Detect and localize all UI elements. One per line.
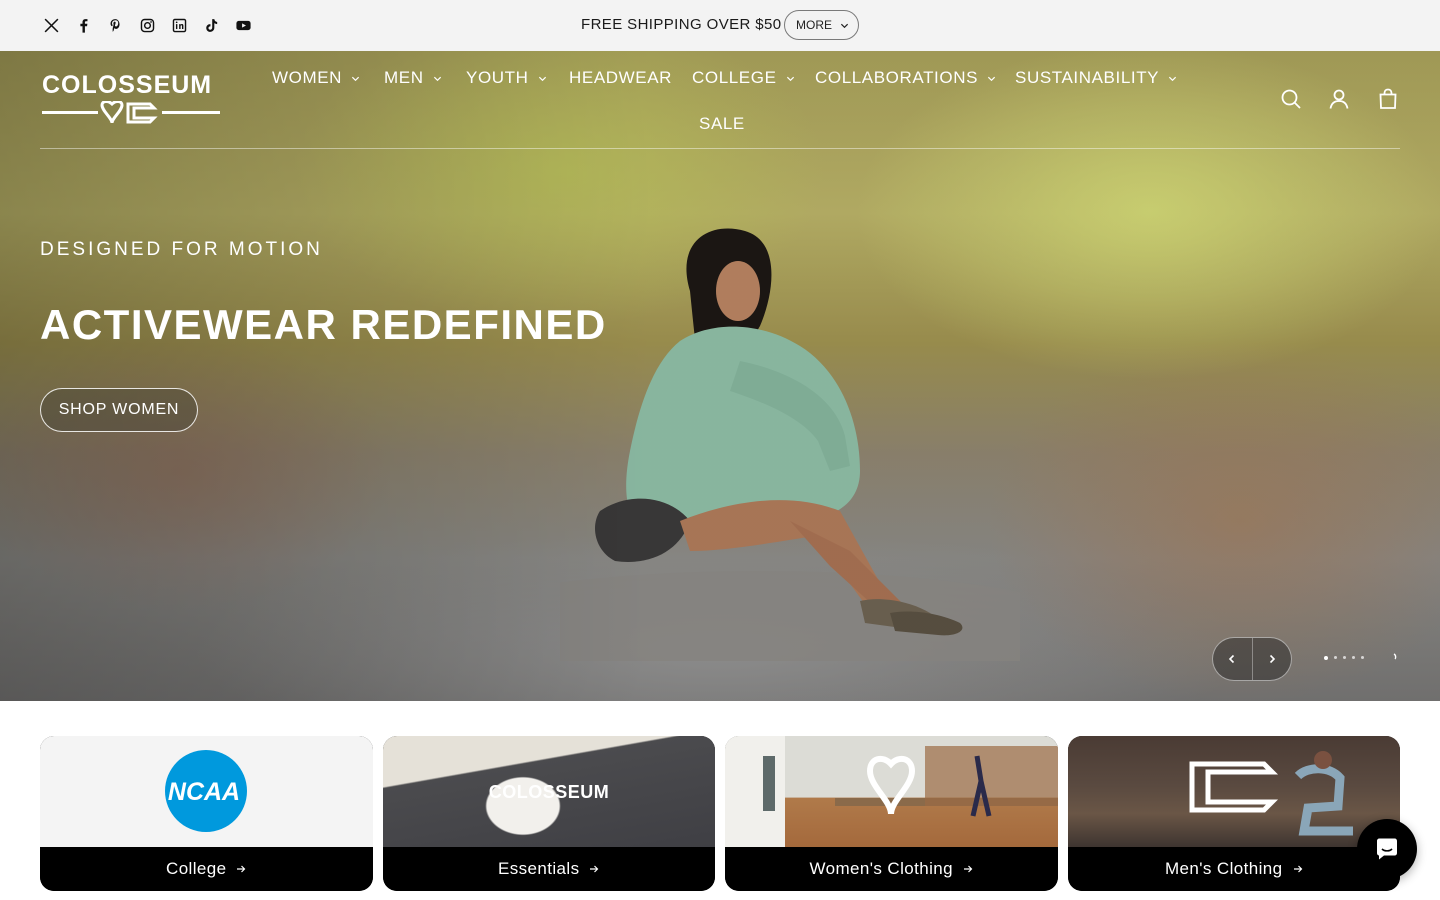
essentials-label: Essentials bbox=[498, 859, 580, 878]
header-divider bbox=[40, 148, 1400, 149]
nav-sale[interactable]: SALE bbox=[699, 114, 745, 134]
chevron-left-icon bbox=[1229, 654, 1235, 664]
account-icon[interactable] bbox=[1327, 87, 1351, 111]
hero-model-image bbox=[560, 228, 1020, 661]
chevron-down-icon bbox=[433, 76, 441, 81]
category-card-label: Essentials bbox=[382, 847, 715, 891]
tiktok-icon[interactable] bbox=[200, 14, 222, 36]
slide-prev-button[interactable] bbox=[1213, 638, 1252, 680]
college-label: College bbox=[166, 859, 227, 878]
mens-card-image bbox=[1067, 736, 1400, 847]
category-card-essentials[interactable]: COLOSSEUM Essentials bbox=[382, 736, 715, 891]
shop-women-button[interactable]: SHOP WOMEN bbox=[40, 388, 198, 432]
linkedin-icon[interactable] bbox=[168, 14, 190, 36]
chevron-down-icon bbox=[538, 76, 546, 81]
pinterest-icon[interactable] bbox=[104, 14, 126, 36]
nav-headwear-label: HEADWEAR bbox=[569, 68, 673, 87]
mens-clothing-label: Men's Clothing bbox=[1164, 859, 1283, 878]
nav-college-label: COLLEGE bbox=[692, 68, 777, 87]
social-links bbox=[40, 14, 254, 36]
category-card-label: Women's Clothing bbox=[725, 847, 1058, 891]
arrow-right-icon bbox=[964, 865, 973, 873]
slide-dot-5[interactable] bbox=[1361, 656, 1364, 659]
slider-controls bbox=[1212, 637, 1292, 681]
chevron-down-icon bbox=[840, 23, 849, 28]
chevron-down-icon bbox=[786, 76, 794, 81]
nav-youth-label: YOUTH bbox=[466, 68, 529, 87]
nav-college[interactable]: COLLEGE bbox=[692, 68, 795, 88]
arrow-right-icon bbox=[1293, 865, 1302, 873]
nav-women[interactable]: WOMEN bbox=[272, 68, 360, 88]
category-card-womens-clothing[interactable]: Women's Clothing bbox=[725, 736, 1058, 891]
nav-youth[interactable]: YOUTH bbox=[466, 68, 547, 88]
ncaa-logo-text: NCAA bbox=[168, 778, 240, 806]
announcement-bar: FREE SHIPPING OVER $50 MORE bbox=[0, 0, 1440, 51]
chat-widget-button[interactable] bbox=[1357, 819, 1417, 879]
womens-card-image bbox=[725, 736, 1058, 847]
cart-icon[interactable] bbox=[1376, 87, 1400, 111]
essentials-card-image: COLOSSEUM bbox=[382, 736, 715, 847]
chevron-down-icon bbox=[1169, 76, 1177, 81]
announcement-text: FREE SHIPPING OVER $50 bbox=[581, 16, 782, 33]
slide-dot-1[interactable] bbox=[1324, 656, 1328, 660]
slide-dot-4[interactable] bbox=[1352, 656, 1355, 659]
more-button-label: MORE bbox=[796, 18, 832, 32]
nav-sustainability-label: SUSTAINABILITY bbox=[1015, 68, 1160, 87]
c-emblem-icon bbox=[1189, 751, 1353, 836]
chevron-right-icon bbox=[1269, 654, 1275, 664]
essentials-overlay: COLOSSEUM bbox=[488, 782, 609, 802]
autoplay-pause-icon[interactable] bbox=[1386, 652, 1398, 664]
instagram-icon[interactable] bbox=[136, 14, 158, 36]
category-card-college[interactable]: NCAA College bbox=[40, 736, 373, 891]
category-cards: NCAA College COLOSSEUM Essentials Women'… bbox=[40, 736, 1400, 891]
youtube-icon[interactable] bbox=[232, 14, 254, 36]
colosseum-logo[interactable]: COLOSSEUM bbox=[42, 71, 222, 129]
nav-men-label: MEN bbox=[384, 68, 424, 87]
category-card-mens-clothing[interactable]: Men's Clothing bbox=[1067, 736, 1400, 891]
ncaa-logo: NCAA bbox=[165, 750, 247, 832]
x-icon[interactable] bbox=[40, 14, 62, 36]
slide-dot-3[interactable] bbox=[1343, 656, 1346, 659]
heart-emblem-icon bbox=[725, 736, 1058, 847]
logo-emblem bbox=[42, 101, 220, 124]
womens-clothing-label: Women's Clothing bbox=[809, 859, 953, 878]
category-card-label: College bbox=[40, 847, 373, 891]
category-card-label: Men's Clothing bbox=[1067, 847, 1400, 891]
hero-eyebrow: DESIGNED FOR MOTION bbox=[40, 239, 323, 260]
nav-collaborations-label: COLLABORATIONS bbox=[815, 68, 979, 87]
arrow-right-icon bbox=[590, 865, 599, 873]
nav-women-label: WOMEN bbox=[272, 68, 343, 87]
slide-next-button[interactable] bbox=[1251, 638, 1292, 680]
nav-sustainability[interactable]: SUSTAINABILITY bbox=[1015, 68, 1177, 88]
logo-wordmark: COLOSSEUM bbox=[42, 71, 213, 99]
college-card-image: NCAA bbox=[40, 736, 373, 847]
hero-headline: ACTIVEWEAR REDEFINED bbox=[40, 301, 607, 348]
facebook-icon[interactable] bbox=[72, 14, 94, 36]
nav-collaborations[interactable]: COLLABORATIONS bbox=[815, 68, 996, 88]
colosseum-overlay-text: COLOSSEUM bbox=[488, 782, 609, 802]
chevron-down-icon bbox=[987, 76, 996, 81]
search-icon[interactable] bbox=[1279, 87, 1303, 111]
arrow-right-icon bbox=[237, 865, 246, 873]
chat-icon bbox=[1377, 838, 1397, 860]
more-button[interactable]: MORE bbox=[784, 10, 859, 40]
slide-dots bbox=[1324, 656, 1364, 660]
hero-banner: COLOSSEUM WOMEN MEN YOUTH HEADWEAR COLLE… bbox=[0, 51, 1440, 701]
nav-headwear[interactable]: HEADWEAR bbox=[569, 68, 672, 88]
chevron-down-icon bbox=[351, 76, 360, 81]
slide-dot-2[interactable] bbox=[1334, 656, 1337, 659]
nav-sale-label: SALE bbox=[699, 114, 745, 133]
nav-men[interactable]: MEN bbox=[384, 68, 442, 88]
